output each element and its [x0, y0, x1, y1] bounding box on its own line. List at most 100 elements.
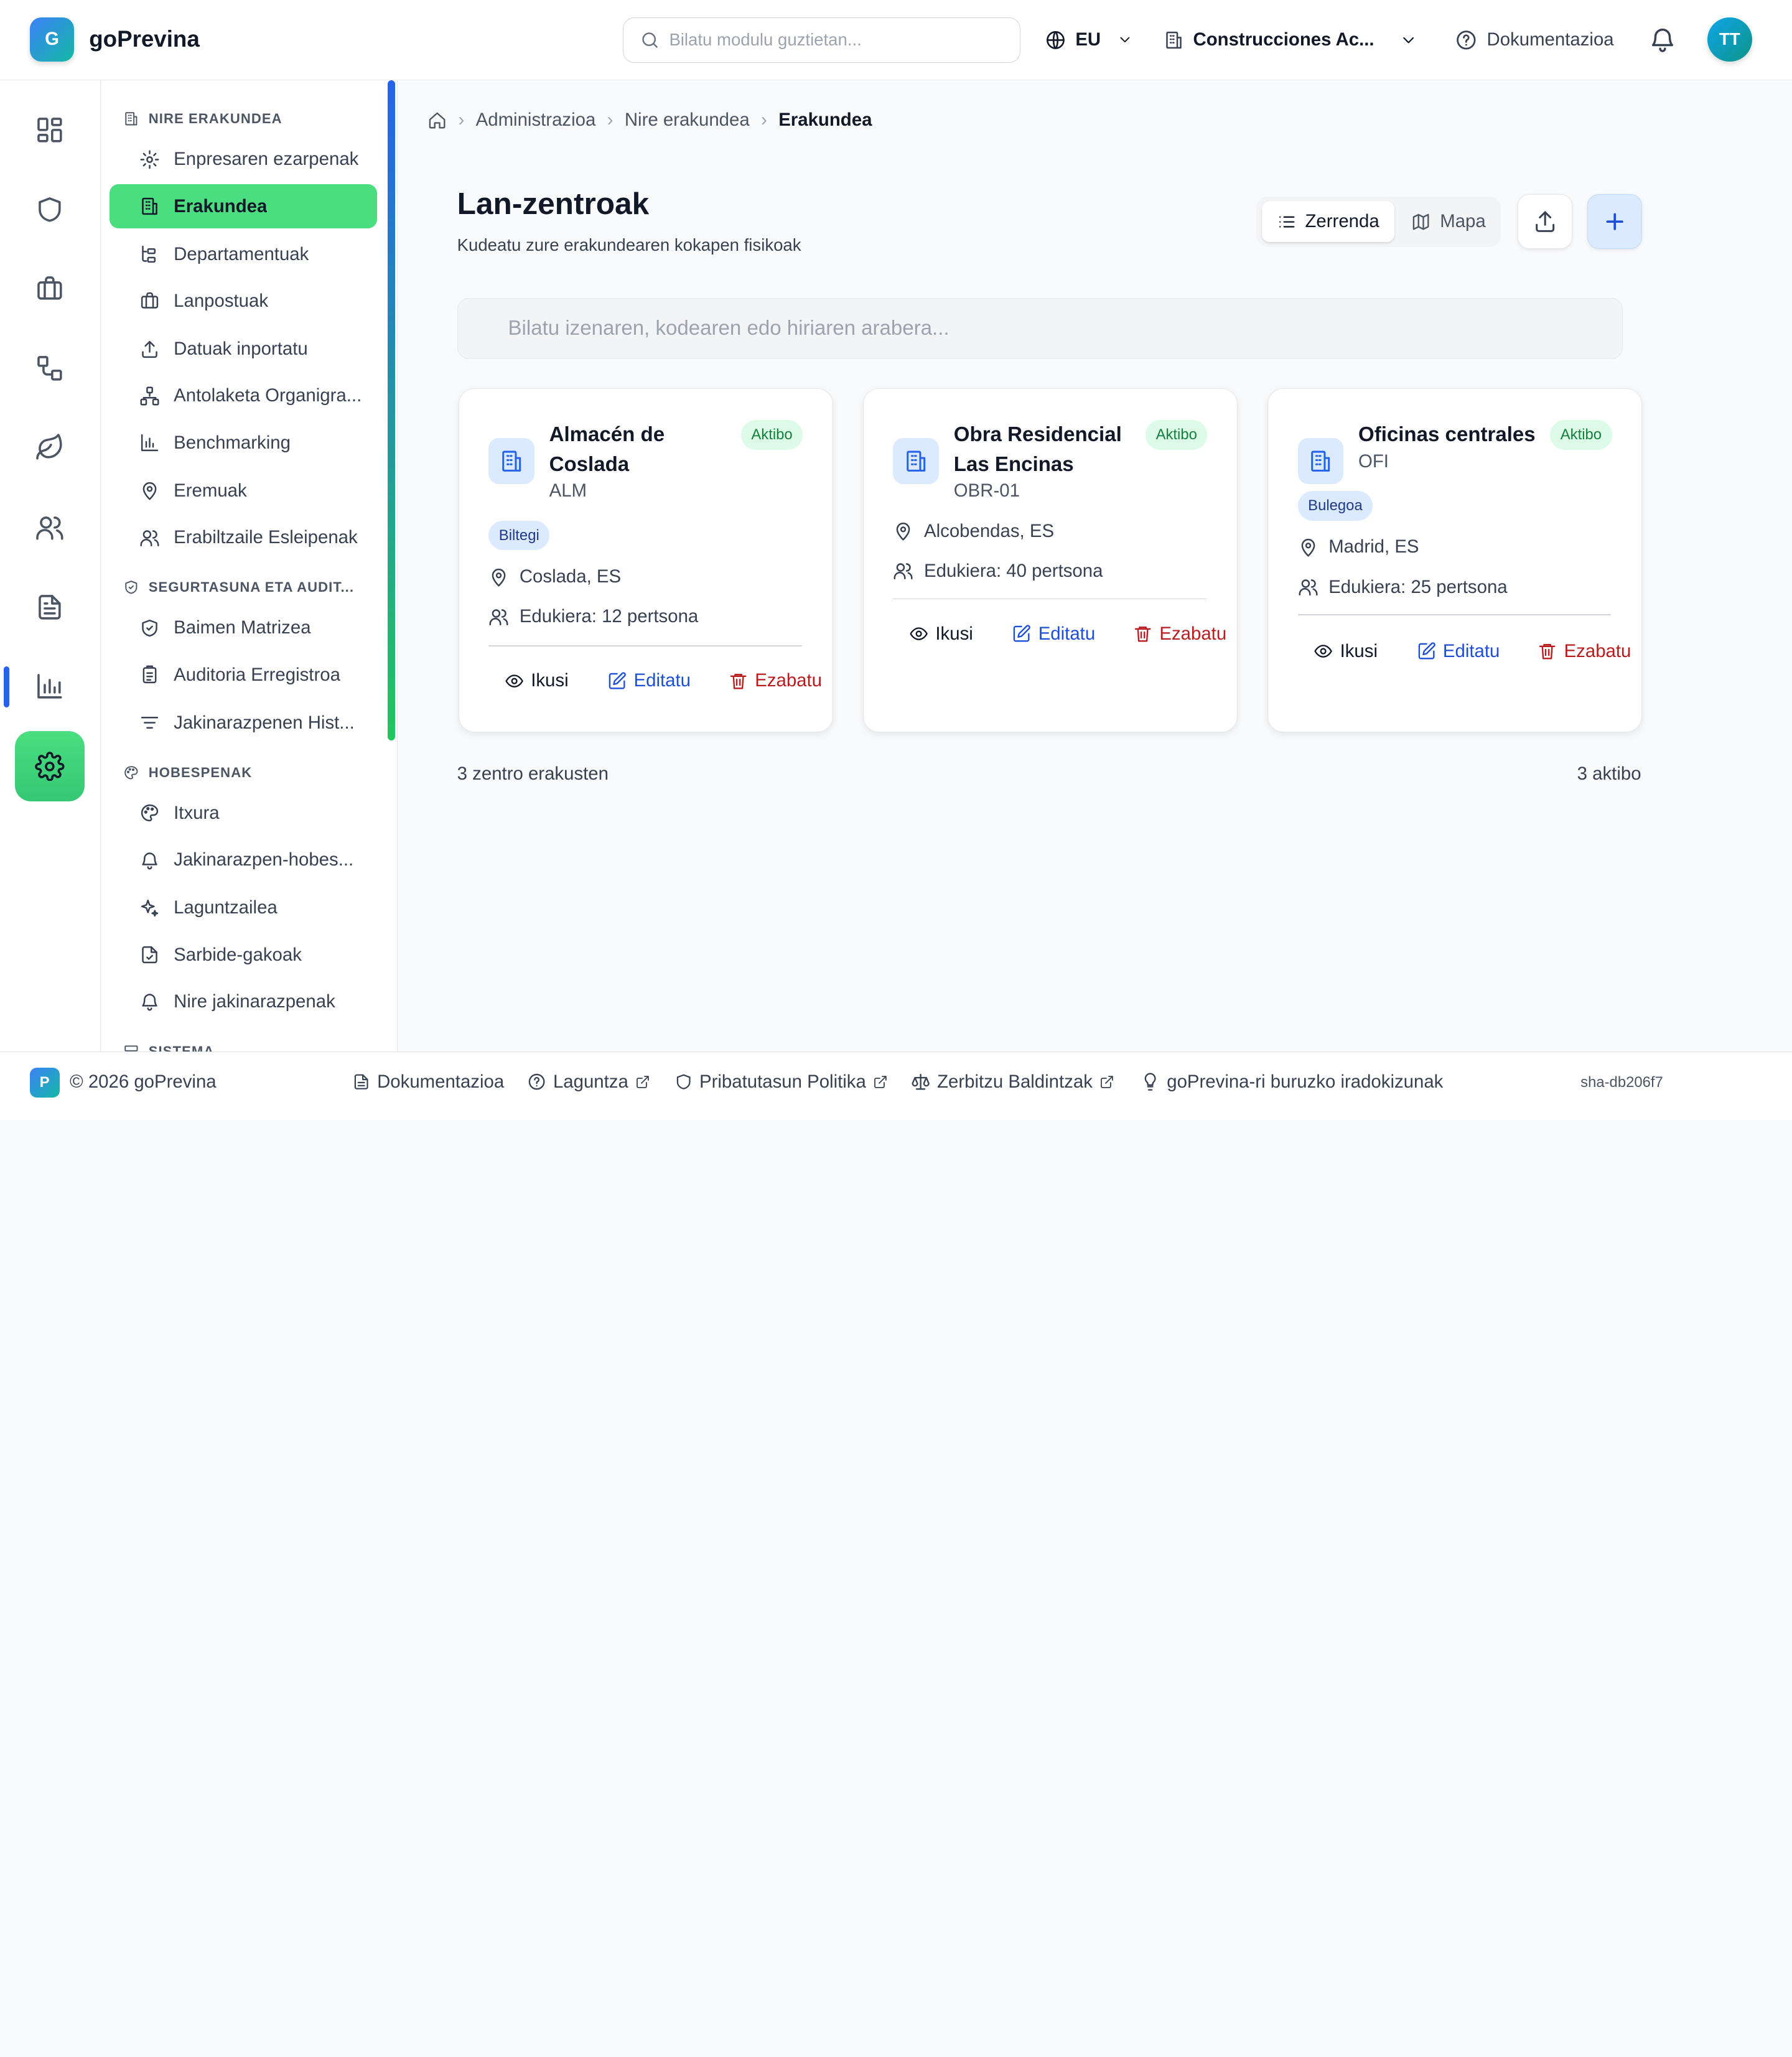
sidebar-item-appearance[interactable]: Itxura — [110, 791, 377, 836]
sparkles-icon — [141, 899, 159, 917]
center-capacity: Edukiera: 25 pertsona — [1298, 577, 1508, 598]
rail-jobs[interactable] — [15, 254, 85, 324]
footer-link-privacy[interactable]: Pribatutasun Politika — [674, 1071, 888, 1093]
delete-button[interactable]: Ezabatu — [729, 670, 822, 691]
section-title-preferences: HOBESPENAK — [123, 765, 252, 781]
breadcrumb: › Administrazioa › Nire erakundea › Erak… — [427, 110, 872, 131]
edit-icon — [609, 672, 627, 689]
rail-safety[interactable] — [15, 175, 85, 245]
notifications-button[interactable] — [1648, 25, 1677, 54]
users-icon — [894, 563, 913, 580]
center-name[interactable]: Almacén de Coslada — [549, 420, 732, 480]
sidebar-item-positions[interactable]: Lanpostuak — [110, 279, 377, 324]
map-pin-icon — [492, 568, 506, 587]
sidebar-item-benchmarking[interactable]: Benchmarking — [110, 421, 377, 465]
sidebar-item-departments[interactable]: Departamentuak — [110, 232, 377, 277]
center-location: Madrid, ES — [1298, 536, 1419, 557]
sidebar-item-assistant[interactable]: Laguntzailea — [110, 885, 377, 930]
user-avatar[interactable]: TT — [1707, 17, 1752, 62]
view-button[interactable]: Ikusi — [1314, 641, 1378, 662]
delete-button[interactable]: Ezabatu — [1133, 623, 1226, 645]
hierarchy-icon — [142, 246, 156, 263]
edit-button[interactable]: Editatu — [1417, 641, 1500, 662]
center-name[interactable]: Obra Residencial Las Encinas — [954, 420, 1137, 480]
footer-link-suggestions[interactable]: goPrevina-ri buruzko iradokizunak — [1141, 1071, 1443, 1093]
page-subtitle: Kudeatu zure erakundearen kokapen fisiko… — [457, 235, 801, 255]
breadcrumb-separator: › — [607, 110, 614, 131]
delete-button[interactable]: Ezabatu — [1538, 641, 1631, 662]
sidebar-item-permission-matrix[interactable]: Baimen Matrizea — [110, 605, 377, 650]
leaf-icon — [36, 434, 62, 460]
global-search[interactable] — [623, 17, 1021, 63]
center-filter-input[interactable] — [508, 317, 1537, 341]
sidebar-item-org-chart[interactable]: Antolaketa Organigra... — [110, 374, 377, 419]
users-icon — [36, 516, 63, 540]
card-divider — [488, 645, 802, 646]
center-card[interactable]: Almacén de Coslada ALM Aktibo Biltegi Co… — [458, 388, 833, 733]
external-link-icon — [874, 1076, 887, 1088]
view-button[interactable]: Ikusi — [909, 623, 973, 645]
breadcrumb-current: Erakundea — [778, 110, 872, 131]
rail-settings[interactable] — [14, 731, 85, 801]
rail-environment[interactable] — [15, 413, 85, 482]
app-logo[interactable]: G — [29, 17, 75, 62]
rail-workflow[interactable] — [15, 334, 85, 403]
center-name[interactable]: Oficinas centrales — [1358, 420, 1552, 450]
sidebar-item-access-keys[interactable]: Sarbide-gakoak — [110, 933, 377, 977]
page-title: Lan-zentroak — [457, 185, 650, 221]
sidebar-item-company-settings[interactable]: Enpresaren ezarpenak — [110, 137, 377, 182]
external-link-icon — [1100, 1076, 1113, 1088]
organization-selector[interactable]: Construcciones Ac... — [1164, 23, 1418, 57]
map-view-button[interactable]: Mapa — [1396, 201, 1500, 242]
sidebar-item-areas[interactable]: Eremuak — [110, 469, 377, 513]
rail-documents[interactable] — [15, 572, 85, 642]
center-card-icon — [893, 438, 939, 484]
export-button[interactable] — [1518, 194, 1573, 250]
view-button[interactable]: Ikusi — [505, 670, 569, 691]
footer-link-documentation[interactable]: Dokumentazioa — [352, 1071, 504, 1093]
documentation-link[interactable]: Dokumentazioa — [1455, 23, 1614, 57]
footer-link-terms[interactable]: Zerbitzu Baldintzak — [911, 1071, 1114, 1093]
active-count: 3 aktibo — [1577, 763, 1641, 784]
sidebar-item-notification-preferences[interactable]: Jakinarazpen-hobes... — [110, 837, 377, 882]
footer-logo: P — [29, 1068, 60, 1098]
chart-icon — [37, 674, 62, 699]
sidebar-scrollbar[interactable] — [387, 80, 396, 741]
sidebar-item-import-data[interactable]: Datuak inportatu — [110, 327, 377, 371]
rail-reports[interactable] — [15, 651, 85, 721]
rail-people[interactable] — [15, 493, 85, 562]
sidebar-item-my-notifications[interactable]: Nire jakinarazpenak — [110, 979, 377, 1024]
edit-button[interactable]: Editatu — [1012, 623, 1095, 645]
bell-icon — [142, 994, 157, 1011]
sidebar-item-audit-log[interactable]: Auditoria Erregistroa — [110, 653, 377, 697]
section-title-organization: NIRE ERAKUNDEA — [123, 111, 282, 127]
center-card[interactable]: Obra Residencial Las Encinas OBR-01 Akti… — [862, 388, 1238, 733]
edit-button[interactable]: Editatu — [607, 670, 691, 691]
rail-dashboard[interactable] — [15, 95, 85, 164]
status-badge: Aktibo — [1146, 420, 1208, 450]
center-card[interactable]: Oficinas centrales OFI Aktibo Bulegoa Ma… — [1267, 388, 1643, 733]
global-search-input[interactable] — [669, 30, 1001, 50]
list-view-button[interactable]: Zerrenda — [1261, 201, 1394, 243]
map-icon — [1413, 213, 1429, 230]
users-icon — [140, 529, 159, 546]
center-capacity: Edukiera: 40 pertsona — [893, 561, 1103, 582]
workflow-icon — [37, 356, 62, 381]
showing-count: 3 zentro erakusten — [457, 763, 609, 784]
breadcrumb-item[interactable]: Administrazioa — [476, 110, 596, 131]
sidebar-item-notification-history[interactable]: Jakinarazpenen Hist... — [110, 701, 377, 745]
sidebar-item-user-assignments[interactable]: Erabiltzaile Esleipenak — [110, 515, 377, 560]
breadcrumb-item[interactable]: Nire erakundea — [625, 110, 750, 131]
add-center-button[interactable] — [1587, 194, 1643, 250]
home-icon[interactable] — [427, 111, 447, 130]
clipboard-icon — [142, 665, 157, 684]
footer-link-help[interactable]: Laguntza — [527, 1071, 650, 1093]
center-filter[interactable] — [457, 298, 1623, 359]
center-location: Coslada, ES — [488, 566, 621, 587]
filter-lines-icon — [141, 717, 159, 729]
app-name[interactable]: goPrevina — [89, 26, 200, 52]
edit-icon — [1418, 642, 1435, 660]
gear-icon — [140, 150, 159, 169]
language-selector[interactable]: EU — [1045, 23, 1133, 57]
sidebar-item-organization[interactable]: Erakundea — [110, 184, 378, 229]
